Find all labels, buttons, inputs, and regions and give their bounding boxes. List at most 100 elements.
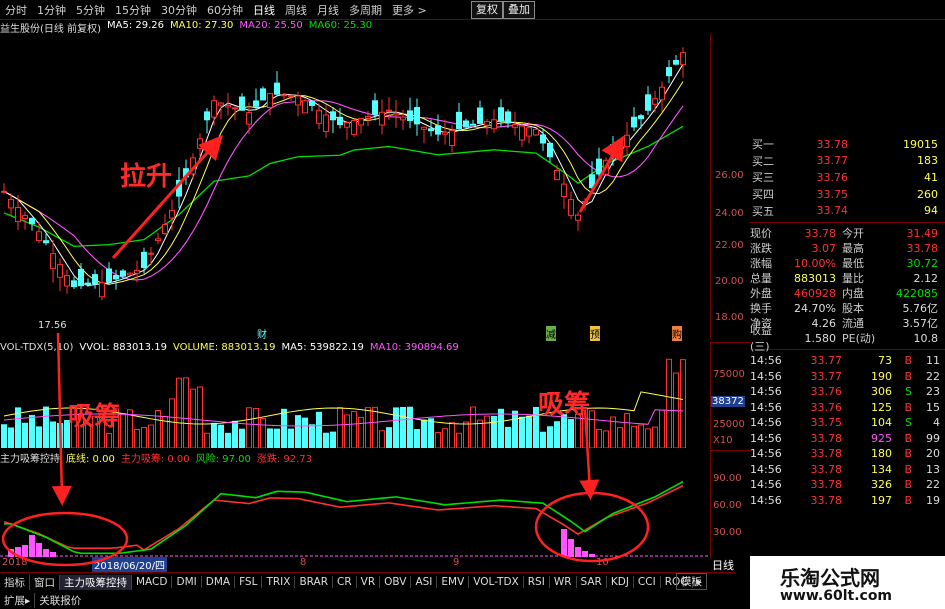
trade-price: 33.78: [810, 493, 843, 507]
trade-side: B: [904, 431, 912, 445]
stat-value: 24.70%: [794, 301, 836, 315]
xichou-arrow-1: [51, 332, 72, 506]
price-tick: 22.00: [715, 240, 744, 251]
stat-label: 最高: [842, 242, 864, 256]
stat-value: 3.07: [811, 241, 837, 255]
period-label[interactable]: 日线: [712, 557, 734, 573]
trade-count: 13: [926, 462, 940, 476]
trade-volume: 73: [878, 354, 892, 368]
trade-side: B: [904, 400, 912, 414]
bid-label: 买一: [752, 138, 774, 152]
trade-volume: 306: [871, 385, 892, 399]
bid-volume: 94: [924, 204, 938, 218]
trade-price: 33.77: [810, 354, 843, 368]
stat-value: 4.26: [811, 316, 837, 330]
indicator-tab[interactable]: WR: [550, 576, 577, 588]
indicator-tab[interactable]: SAR: [577, 576, 607, 588]
trade-volume: 326: [871, 478, 892, 492]
price-tick: 26.00: [715, 170, 744, 181]
trade-volume: 104: [871, 416, 892, 430]
indicator-tab[interactable]: BRAR: [295, 576, 333, 588]
stat-value: 2.12: [913, 271, 939, 285]
annotation-layer: [1, 135, 650, 567]
stat-label: 内盘: [842, 287, 864, 301]
indicator-tab[interactable]: MACD: [132, 576, 173, 588]
stat-label: 换手: [750, 302, 772, 316]
bid-label: 买四: [752, 188, 774, 202]
bid-volume: 19015: [903, 137, 938, 151]
stat-value: 460928: [794, 286, 836, 300]
stat-row: 外盘 460928 内盘 422085: [750, 286, 945, 301]
stat-label: 量比: [842, 272, 864, 286]
stat-value: 883013: [794, 271, 836, 285]
template-button[interactable]: 模板: [676, 572, 707, 590]
indicator-tab[interactable]: CR: [333, 576, 357, 588]
trade-count: 22: [926, 369, 940, 383]
indicator-tab[interactable]: KDJ: [607, 576, 634, 588]
trade-row: 14:56 33.77 73 B 11: [750, 353, 945, 369]
bottom-right-controls: 模板: [676, 572, 707, 590]
stat-row: 涨跌 3.07 最高 33.78: [750, 241, 945, 256]
stat-row: 涨幅 10.00% 最低 30.72: [750, 256, 945, 271]
trade-time: 14:56: [750, 478, 782, 492]
trade-volume: 925: [871, 431, 892, 445]
bid-price: 33.75: [816, 187, 849, 201]
trade-row: 14:56 33.75 104 S 4: [750, 415, 945, 431]
trade-count: 20: [926, 447, 940, 461]
indicator-tab[interactable]: RSI: [524, 576, 550, 588]
price-tick: 24.00: [715, 208, 744, 219]
indicator-tab[interactable]: VR: [357, 576, 381, 588]
trade-side: B: [904, 369, 912, 383]
bid-volume: 183: [917, 154, 938, 168]
indicator-tab[interactable]: CCI: [634, 576, 661, 588]
trade-price: 33.78: [810, 462, 843, 476]
indicator-tab[interactable]: 窗口: [30, 574, 60, 590]
indicator-tab[interactable]: DMA: [202, 576, 236, 588]
stat-value: 1.580: [804, 331, 837, 345]
price-tick: 20.00: [715, 276, 744, 287]
quote-panel: 买一 33.78 19015 买二 33.77 183 买三 33.76 41 买四 …: [750, 136, 945, 556]
ind-tick: 90.00: [713, 473, 742, 484]
order-book: 买一 33.78 19015 买二 33.77 183 买三 33.76 41 买四 …: [750, 136, 945, 219]
trade-time: 14:56: [750, 385, 782, 399]
indicator-tab[interactable]: VOL-TDX: [469, 576, 524, 588]
trade-price: 33.78: [810, 447, 843, 461]
indicator-tab[interactable]: OBV: [380, 576, 412, 588]
trade-price: 33.78: [810, 478, 843, 492]
trade-count: 23: [926, 385, 940, 399]
stat-label: 最低: [842, 257, 864, 271]
volume-axis: 75000 38372 25000 X10: [710, 342, 751, 449]
stat-row: 收益(三) 1.580 PE(动) 10.8: [750, 324, 945, 353]
xichou-annotation-2: 吸筹: [538, 390, 591, 420]
trade-row: 14:56 33.78 134 B 13: [750, 461, 945, 477]
related-quote-tab[interactable]: 关联报价: [35, 593, 85, 608]
stat-value: 3.57亿: [902, 317, 939, 331]
extension-tab[interactable]: 扩展▸: [0, 592, 36, 608]
bid-price: 33.77: [816, 154, 849, 168]
tick-trades[interactable]: 14:56 33.77 73 B 11 14:56 33.77 190 B 22 1…: [750, 353, 945, 508]
trade-time: 14:56: [750, 400, 782, 414]
indicator-tab[interactable]: ASI: [411, 576, 438, 588]
indicator-tab[interactable]: DMI: [172, 576, 202, 588]
bid-price: 33.76: [816, 170, 849, 184]
indicator-tab[interactable]: EMV: [437, 576, 470, 588]
indicator-tab[interactable]: 主力吸筹控持: [60, 574, 132, 590]
bid-label: 买五: [752, 204, 774, 218]
trade-volume: 134: [871, 462, 892, 476]
trade-time: 14:56: [750, 416, 782, 430]
indicator-tab[interactable]: FSL: [235, 576, 263, 588]
indicator-tab[interactable]: 指标: [0, 574, 30, 590]
trade-volume: 190: [871, 369, 892, 383]
stat-row: 换手 24.70% 股本 5.76亿: [750, 301, 945, 316]
trade-time: 14:56: [750, 431, 782, 445]
price-axis: 26.00 24.00 22.00 20.00 18.00: [710, 34, 751, 339]
trade-side: B: [904, 493, 912, 507]
stat-row: 总量 883013 量比 2.12: [750, 271, 945, 286]
vol-tick: 25000: [713, 419, 745, 430]
bid-row: 买三 33.76 41: [750, 169, 945, 186]
trade-row: 14:56 33.76 306 S 23: [750, 384, 945, 400]
stat-value: 10.00%: [794, 256, 836, 270]
trade-count: 11: [926, 354, 940, 368]
indicator-tab[interactable]: TRIX: [262, 576, 296, 588]
bid-label: 买二: [752, 154, 774, 168]
